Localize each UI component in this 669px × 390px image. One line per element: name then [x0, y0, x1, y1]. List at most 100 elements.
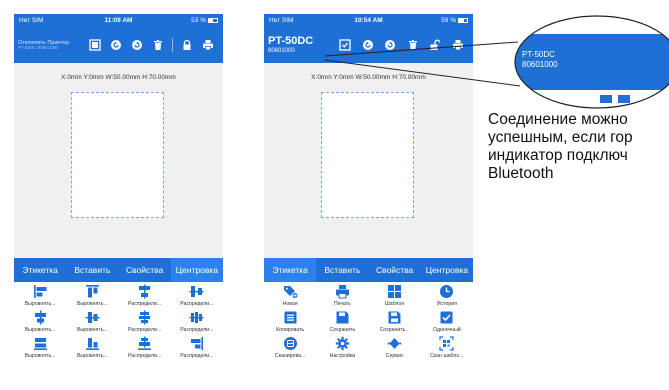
- tab-label[interactable]: Этикетка: [14, 258, 66, 282]
- printer-serial: PT-50DC 80601000: [18, 44, 58, 50]
- caption-line-2: успешным, если гор: [488, 129, 633, 147]
- battery-icon: [457, 17, 468, 23]
- scan-button[interactable]: Сканирова...: [264, 334, 316, 360]
- scan-template-icon: [439, 335, 454, 351]
- label-canvas[interactable]: [71, 92, 164, 218]
- align-center-vertical-button[interactable]: Выровнять...: [66, 308, 118, 334]
- align-bottom-bars-icon: [85, 336, 100, 351]
- copy-button[interactable]: Копировать: [264, 308, 316, 334]
- print-icon[interactable]: [201, 38, 215, 52]
- print-icon[interactable]: [451, 38, 465, 52]
- gear-icon: [335, 336, 350, 351]
- distribute-center-icon: [137, 310, 152, 325]
- undo-icon[interactable]: [361, 38, 375, 52]
- tool-label: Сохранить...: [379, 326, 410, 333]
- align-center-horizontal-icon: [33, 310, 48, 325]
- redo-icon[interactable]: [383, 38, 397, 52]
- caption-line-3: индикатор подключ: [488, 147, 628, 165]
- align-left-button[interactable]: Выровнять...: [14, 282, 66, 308]
- trash-icon[interactable]: [406, 38, 420, 52]
- tag-plus-icon: [283, 284, 298, 299]
- trash-icon[interactable]: [151, 38, 165, 52]
- single-mode-button[interactable]: Одиночный: [421, 308, 473, 334]
- carrier-label: Нет SIM: [269, 17, 294, 24]
- distribute-vertical-button[interactable]: Распредели...: [119, 282, 171, 308]
- tool-label: Распредели...: [180, 352, 214, 359]
- distribute-horizontal-icon: [189, 284, 204, 299]
- lock-icon[interactable]: [180, 38, 194, 52]
- tab-bar: Этикетка Вставить Свойства Центровка: [14, 258, 223, 282]
- tab-label[interactable]: Этикетка: [264, 258, 317, 282]
- align-right-button[interactable]: Распредели...: [171, 334, 223, 360]
- align-bottom-button[interactable]: Выровнять...: [14, 334, 66, 360]
- align-center-horizontal-button[interactable]: Выровнять...: [14, 308, 66, 334]
- tab-insert[interactable]: Вставить: [66, 258, 118, 282]
- checkbox-icon: [439, 310, 454, 325]
- tab-properties[interactable]: Свойства: [119, 258, 171, 282]
- history-button[interactable]: История: [421, 282, 473, 308]
- label-canvas[interactable]: [321, 92, 414, 218]
- phone-screen-disconnected: Нет SIM 11:09 AM 53 % Отключить Принтер …: [14, 14, 223, 386]
- battery-indicator: 59 %: [402, 17, 468, 24]
- redo-icon[interactable]: [130, 38, 144, 52]
- tool-label: Сервис: [385, 352, 404, 359]
- status-bar: Нет SIM 10:54 AM 59 %: [264, 14, 473, 27]
- tab-properties[interactable]: Свойства: [369, 258, 421, 282]
- template-button[interactable]: Шаблон: [369, 282, 421, 308]
- toolbar-divider: [172, 38, 174, 52]
- tool-label: Шаблон: [385, 300, 405, 307]
- callout-device-id: 80601000: [522, 60, 558, 69]
- undo-icon[interactable]: [109, 38, 123, 52]
- align-center-vertical-icon: [85, 310, 100, 325]
- distribute-center-button[interactable]: Распредели...: [119, 308, 171, 334]
- tool-label: Распредели...: [180, 300, 214, 307]
- tool-label: Распредели...: [128, 352, 162, 359]
- clock: 11:09 AM: [104, 17, 133, 24]
- tool-label: Распредели...: [180, 326, 214, 333]
- battery-percent: 53 %: [191, 17, 206, 24]
- printer-connection-button[interactable]: PT-50DC 80601000: [268, 35, 334, 55]
- clock: 10:54 AM: [354, 17, 383, 24]
- tool-label: Сканирова...: [274, 352, 306, 359]
- distribute-horizontal-button[interactable]: Распредели...: [171, 282, 223, 308]
- battery-percent: 59 %: [441, 17, 456, 24]
- save-button[interactable]: Сохранить: [316, 308, 368, 334]
- tab-alignment[interactable]: Центровка: [170, 258, 223, 282]
- tool-label: Сохранить: [329, 326, 356, 333]
- save-as-button[interactable]: Сохранить...: [369, 308, 421, 334]
- scan-template-button[interactable]: Скан шабло...: [421, 334, 473, 360]
- align-bottom-icon: [33, 336, 48, 351]
- top-toolbar: Отключить Принтер PT-50DC 80601000: [14, 27, 223, 63]
- copy-icon: [283, 310, 298, 325]
- distribute-middle-button[interactable]: Распредели...: [171, 308, 223, 334]
- phone-screen-connected: Нет SIM 10:54 AM 59 % PT-50DC 80601000 X…: [264, 14, 473, 386]
- tool-label: Выровнять...: [76, 352, 108, 359]
- distribute-bottom-icon: [137, 336, 152, 351]
- select-icon[interactable]: [338, 38, 352, 52]
- print-button[interactable]: Печать: [316, 282, 368, 308]
- align-top-icon: [85, 284, 100, 299]
- select-icon[interactable]: [88, 38, 102, 52]
- distribute-middle-icon: [189, 310, 204, 325]
- save-as-icon: [387, 310, 402, 325]
- unlock-icon[interactable]: [428, 38, 442, 52]
- printer-connection-button[interactable]: Отключить Принтер PT-50DC 80601000: [18, 40, 84, 51]
- printer-name: PT-50DC: [268, 35, 314, 48]
- distribute-bottom-button[interactable]: Распредели...: [119, 334, 171, 360]
- align-top-button[interactable]: Выровнять...: [66, 282, 118, 308]
- align-bottom-bars-button[interactable]: Выровнять...: [66, 334, 118, 360]
- tool-label: Скан шабло...: [430, 352, 464, 359]
- new-label-button[interactable]: Новая: [264, 282, 316, 308]
- tool-label: Новая: [282, 300, 298, 307]
- settings-button[interactable]: Настройки: [316, 334, 368, 360]
- status-bar: Нет SIM 11:09 AM 53 %: [14, 14, 223, 27]
- battery-icon: [207, 17, 218, 23]
- clock-icon: [439, 284, 454, 299]
- tab-alignment[interactable]: Центровка: [421, 258, 473, 282]
- tab-bar: Этикетка Вставить Свойства Центровка: [264, 258, 473, 282]
- distribute-vertical-icon: [137, 284, 152, 299]
- tab-insert[interactable]: Вставить: [316, 258, 368, 282]
- save-icon: [335, 310, 350, 325]
- service-button[interactable]: Сервис: [369, 334, 421, 360]
- tool-label: Выровнять...: [76, 300, 108, 307]
